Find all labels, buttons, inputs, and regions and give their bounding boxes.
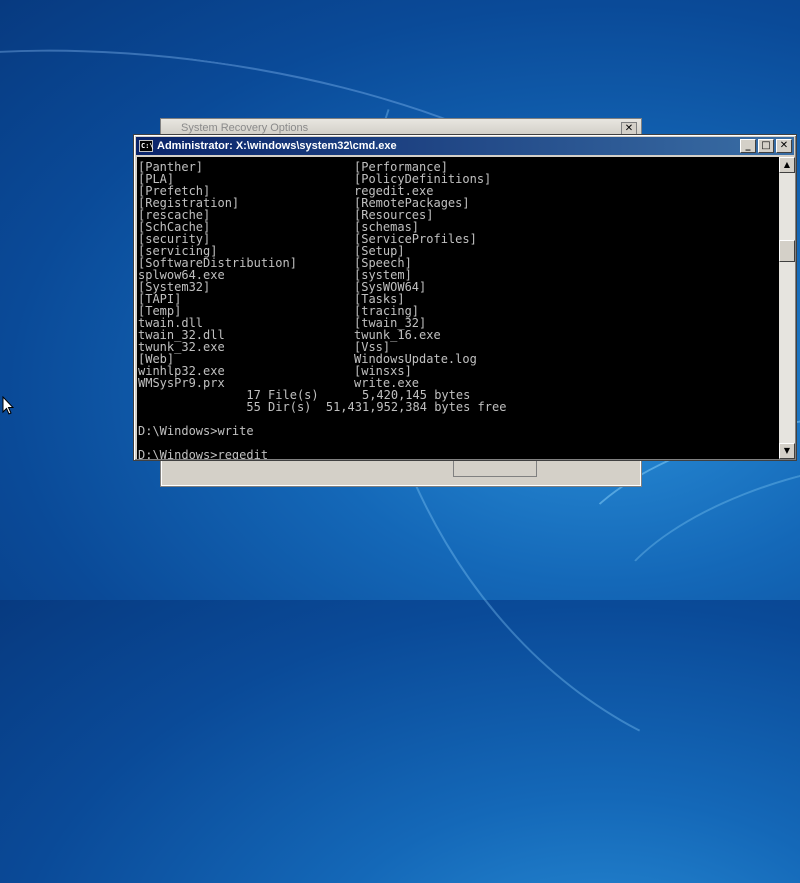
window-title: Administrator: X:\windows\system32\cmd.e… (157, 140, 397, 152)
console-text: D:\Windows>regedit (138, 448, 269, 459)
close-button[interactable]: ✕ (776, 139, 792, 153)
console-text: D:\Windows>write (138, 424, 254, 438)
minimize-button[interactable]: _ (740, 139, 756, 153)
dialog-button[interactable] (453, 459, 537, 477)
console-text: 55 Dir(s) 51,431,952,384 bytes free (138, 400, 507, 414)
console-line: D:\Windows>write (138, 425, 254, 437)
maximize-button[interactable]: □ (758, 139, 774, 153)
scroll-thumb[interactable] (779, 239, 795, 262)
console-line: D:\Windows>regedit (138, 449, 268, 459)
vertical-scrollbar[interactable]: ▲ ▼ (779, 157, 795, 459)
console-output[interactable]: [Panther] [Performance] [PLA] [PolicyDefini… (137, 157, 779, 459)
cmd-window[interactable]: C:\ Administrator: X:\windows\system32\c… (133, 134, 797, 461)
scroll-down-button[interactable]: ▼ (779, 443, 795, 459)
cmd-icon: C:\ (139, 140, 154, 152)
console-line: 55 Dir(s) 51,431,952,384 bytes free (138, 401, 506, 413)
scroll-up-button[interactable]: ▲ (779, 157, 795, 173)
title-bar[interactable]: C:\ Administrator: X:\windows\system32\c… (136, 137, 794, 155)
mouse-pointer-icon (2, 396, 14, 415)
